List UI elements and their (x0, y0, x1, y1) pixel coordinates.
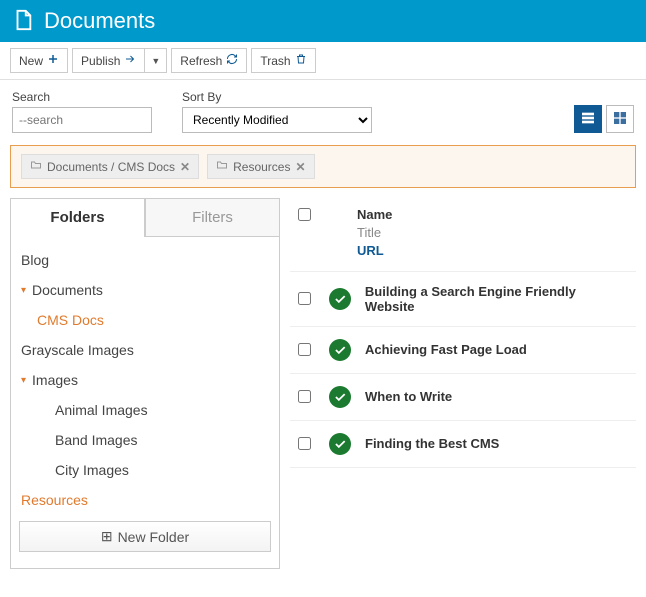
header-labels: Name Title URL (357, 206, 392, 261)
row-title: Achieving Fast Page Load (365, 342, 527, 357)
toolbar: New Publish ▼ Refresh Trash (0, 42, 646, 80)
new-folder-button[interactable]: ⊞ New Folder (19, 521, 271, 552)
tree-cms-docs[interactable]: CMS Docs (11, 305, 279, 335)
page-header: Documents (0, 0, 646, 42)
sort-select[interactable]: Recently Modified (182, 107, 372, 133)
select-all-checkbox[interactable] (298, 208, 311, 221)
check-circle-icon (329, 433, 351, 455)
tree-band[interactable]: Band Images (11, 425, 279, 455)
close-icon[interactable]: ✕ (180, 160, 190, 174)
tree-blog[interactable]: Blog (11, 245, 279, 275)
tree-label: Documents (32, 282, 103, 298)
plus-icon (47, 53, 59, 68)
list-view-button[interactable] (574, 105, 602, 133)
tree-label: Images (32, 372, 78, 388)
list-row[interactable]: Achieving Fast Page Load (290, 327, 636, 374)
publish-label: Publish (81, 54, 120, 68)
row-title: When to Write (365, 389, 452, 404)
folder-icon (30, 159, 42, 174)
arrow-right-icon (124, 53, 136, 68)
tree-documents[interactable]: Documents (11, 275, 279, 305)
new-folder-label: New Folder (118, 529, 190, 545)
row-checkbox[interactable] (298, 390, 311, 403)
trash-button[interactable]: Trash (251, 48, 315, 73)
check-circle-icon (329, 288, 351, 310)
list-icon (580, 110, 596, 129)
col-name[interactable]: Name (357, 206, 392, 224)
trash-label: Trash (260, 54, 290, 68)
publish-caret[interactable]: ▼ (144, 48, 167, 73)
trash-icon (295, 53, 307, 68)
folder-icon (216, 159, 228, 174)
sort-field: Sort By Recently Modified (182, 90, 372, 133)
new-button[interactable]: New (10, 48, 68, 73)
search-input[interactable] (12, 107, 152, 133)
publish-group: Publish ▼ (72, 48, 167, 73)
tab-folders[interactable]: Folders (10, 198, 145, 236)
tree-images[interactable]: Images (11, 365, 279, 395)
tree-grayscale[interactable]: Grayscale Images (11, 335, 279, 365)
tree-city[interactable]: City Images (11, 455, 279, 485)
side-tabs: Folders Filters (10, 198, 280, 237)
grid-icon (612, 110, 628, 129)
list-header: Name Title URL (290, 198, 636, 272)
list-row[interactable]: Building a Search Engine Friendly Websit… (290, 272, 636, 327)
close-icon[interactable]: ✕ (295, 160, 305, 174)
publish-button[interactable]: Publish (72, 48, 144, 73)
tree-animal[interactable]: Animal Images (11, 395, 279, 425)
search-field: Search (12, 90, 152, 133)
caret-down-icon: ▼ (151, 56, 160, 66)
refresh-button[interactable]: Refresh (171, 48, 247, 73)
col-title[interactable]: Title (357, 224, 392, 242)
plus-box-icon: ⊞ (101, 528, 113, 545)
row-title: Building a Search Engine Friendly Websit… (365, 284, 628, 314)
tree-resources[interactable]: Resources (11, 485, 279, 515)
check-circle-icon (329, 386, 351, 408)
refresh-label: Refresh (180, 54, 222, 68)
list-row[interactable]: Finding the Best CMS (290, 421, 636, 468)
refresh-icon (226, 53, 238, 68)
list-row[interactable]: When to Write (290, 374, 636, 421)
grid-view-button[interactable] (606, 105, 634, 133)
right-panel: Name Title URL Building a Search Engine … (290, 198, 636, 569)
folder-tree: Blog Documents CMS Docs Grayscale Images… (10, 237, 280, 569)
row-checkbox[interactable] (298, 343, 311, 356)
chip-label: Resources (233, 160, 290, 174)
new-label: New (19, 54, 43, 68)
view-toggle (574, 105, 634, 133)
check-circle-icon (329, 339, 351, 361)
left-panel: Folders Filters Blog Documents CMS Docs … (10, 198, 280, 569)
main-area: Folders Filters Blog Documents CMS Docs … (0, 198, 646, 579)
chip-label: Documents / CMS Docs (47, 160, 175, 174)
row-checkbox[interactable] (298, 437, 311, 450)
row-checkbox[interactable] (298, 292, 311, 305)
tab-filters[interactable]: Filters (145, 198, 280, 236)
document-icon (12, 9, 34, 34)
filter-row: Search Sort By Recently Modified (0, 80, 646, 139)
breadcrumb-chips: Documents / CMS Docs ✕ Resources ✕ (10, 145, 636, 188)
chip-resources[interactable]: Resources ✕ (207, 154, 314, 179)
search-label: Search (12, 90, 152, 104)
page-title: Documents (44, 8, 155, 34)
sort-label: Sort By (182, 90, 372, 104)
row-title: Finding the Best CMS (365, 436, 499, 451)
col-url[interactable]: URL (357, 242, 392, 260)
chip-documents-cms[interactable]: Documents / CMS Docs ✕ (21, 154, 199, 179)
